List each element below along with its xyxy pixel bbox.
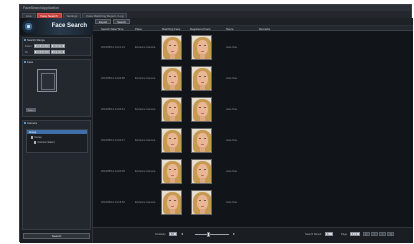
camera-selected-item[interactable]: Group xyxy=(27,130,87,134)
to-date-field[interactable]: 2013/12/31 xyxy=(34,50,50,54)
row-datetime: 2013/05/14 14:20:41 xyxy=(101,108,125,111)
similarity-slider-knob[interactable] xyxy=(207,232,211,237)
row-place: Entrance Camera xyxy=(135,170,156,173)
export-button[interactable]: Export xyxy=(95,19,112,24)
row-datetime: 2013/05/14 14:20:58 xyxy=(101,77,125,80)
column-header[interactable]: Search Date/Time xyxy=(101,26,123,31)
bottom-bar: Similarity 50 ◂ ▸ Search Result 6 Page 1… xyxy=(93,227,413,243)
matching-face-thumbnail[interactable] xyxy=(161,159,182,184)
grid-header: Search Date/Time Place Matching Face Reg… xyxy=(93,26,413,31)
row-place: Entrance Camera xyxy=(135,46,156,49)
similarity-value-field[interactable]: 50 xyxy=(169,232,177,236)
slider-min-icon: ◂ xyxy=(181,231,184,236)
checkbox-icon[interactable] xyxy=(31,136,34,139)
registered-face-thumbnail[interactable] xyxy=(191,35,212,60)
toolbar-search-button[interactable]: Search xyxy=(113,19,130,24)
column-header[interactable]: Name xyxy=(226,26,233,31)
row-name: Jane Doe xyxy=(226,170,238,173)
window-title: FaceSearchApplication xyxy=(23,6,59,10)
row-name: Jane Doe xyxy=(226,201,238,204)
column-header[interactable]: Remarks xyxy=(259,26,270,31)
to-time-field[interactable]: 23:59:59 xyxy=(51,50,65,54)
results-panel: Export Search Search Date/Time Place Mat… xyxy=(93,18,413,243)
brand-title: Face Search xyxy=(51,23,87,29)
camera-header: Camera xyxy=(23,121,90,125)
checkbox-icon[interactable] xyxy=(34,141,37,144)
table-row[interactable]: 2013/05/14 14:19:52 Entrance Camera Jane… xyxy=(93,189,413,219)
tab-bar: Live Face Search Settings Face Matching … xyxy=(20,11,411,18)
from-time-field[interactable]: 00:00:00 xyxy=(51,44,65,48)
camera-section: Camera Group Group Camera Select xyxy=(22,120,91,230)
registered-face-thumbnail[interactable] xyxy=(191,97,212,122)
row-name: Jane Doe xyxy=(226,108,238,111)
matching-face-thumbnail[interactable] xyxy=(161,66,182,91)
table-row[interactable]: 2013/05/14 14:20:27 Entrance Camera Jane… xyxy=(93,127,413,157)
registered-face-thumbnail[interactable] xyxy=(191,128,212,153)
page-label: Page xyxy=(341,233,348,236)
table-row[interactable]: 2013/05/14 14:20:41 Entrance Camera Jane… xyxy=(93,96,413,126)
face-image-drop-area[interactable] xyxy=(37,69,57,92)
row-place: Entrance Camera xyxy=(135,77,156,80)
search-range-section: Search Range From 2013/01/01 00:00:00 To… xyxy=(22,37,91,56)
page-indicator: 1 / 1 xyxy=(350,232,360,236)
prev-page-button[interactable]: < xyxy=(371,232,378,236)
matching-face-thumbnail[interactable] xyxy=(161,190,182,215)
camera-tree-item[interactable]: Group xyxy=(31,136,42,139)
row-name: Jane Doe xyxy=(226,46,238,49)
from-row: From 2013/01/01 00:00:00 xyxy=(25,44,65,48)
matching-face-thumbnail[interactable] xyxy=(161,35,182,60)
row-name: Jane Doe xyxy=(226,139,238,142)
row-datetime: 2013/05/14 14:21:13 xyxy=(101,46,125,49)
eye-logo-icon xyxy=(22,20,35,33)
next-page-button[interactable]: > xyxy=(379,232,386,236)
similarity-slider-track[interactable] xyxy=(195,234,229,235)
matching-face-thumbnail[interactable] xyxy=(161,128,182,153)
search-result-label: Search Result xyxy=(305,233,322,236)
to-label: To xyxy=(25,50,28,54)
row-datetime: 2013/05/14 14:19:52 xyxy=(101,201,125,204)
row-name: Jane Doe xyxy=(226,77,238,80)
camera-item-label: Group xyxy=(34,136,42,139)
face-header: Face xyxy=(23,60,90,64)
matching-face-thumbnail[interactable] xyxy=(161,97,182,122)
row-place: Entrance Camera xyxy=(135,139,156,142)
table-row[interactable]: 2013/05/14 14:21:13 Entrance Camera Jane… xyxy=(93,34,413,64)
camera-tree[interactable]: Group Group Camera Select xyxy=(26,129,88,153)
results-grid: Search Date/Time Place Matching Face Reg… xyxy=(93,25,413,227)
first-page-button[interactable]: |< xyxy=(363,232,370,236)
search-range-header: Search Range xyxy=(23,38,90,42)
column-header[interactable]: Place xyxy=(135,26,142,31)
row-place: Entrance Camera xyxy=(135,108,156,111)
table-row[interactable]: 2013/05/14 14:20:09 Entrance Camera Jane… xyxy=(93,158,413,188)
table-row[interactable]: 2013/05/14 14:20:58 Entrance Camera Jane… xyxy=(93,65,413,95)
row-datetime: 2013/05/14 14:20:09 xyxy=(101,170,125,173)
row-datetime: 2013/05/14 14:20:27 xyxy=(101,139,125,142)
camera-item-label: Camera Select xyxy=(37,141,55,144)
slider-max-icon: ▸ xyxy=(233,231,236,236)
to-row: To 2013/12/31 23:59:59 xyxy=(25,50,65,54)
registered-face-thumbnail[interactable] xyxy=(191,159,212,184)
registered-face-thumbnail[interactable] xyxy=(191,66,212,91)
camera-tree-item[interactable]: Camera Select xyxy=(34,141,55,144)
brand-banner: Face Search xyxy=(20,18,93,35)
sidebar: Face Search Search Range From 2013/01/01… xyxy=(20,18,93,243)
application-window: FaceSearchApplication Live Face Search S… xyxy=(19,4,413,243)
column-header[interactable]: Registered Face xyxy=(190,26,211,31)
registered-face-thumbnail[interactable] xyxy=(191,190,212,215)
search-button[interactable]: Search xyxy=(23,233,90,239)
from-label: From xyxy=(25,44,32,48)
search-result-count: 6 xyxy=(325,232,333,236)
similarity-label: Similarity xyxy=(155,233,166,236)
last-page-button[interactable]: >| xyxy=(387,232,394,236)
face-section: Face Select xyxy=(22,59,91,117)
row-place: Entrance Camera xyxy=(135,201,156,204)
results-toolbar: Export Search xyxy=(93,18,413,25)
column-header[interactable]: Matching Face xyxy=(162,26,180,31)
from-date-field[interactable]: 2013/01/01 xyxy=(34,44,50,48)
select-face-button[interactable]: Select xyxy=(26,108,36,112)
